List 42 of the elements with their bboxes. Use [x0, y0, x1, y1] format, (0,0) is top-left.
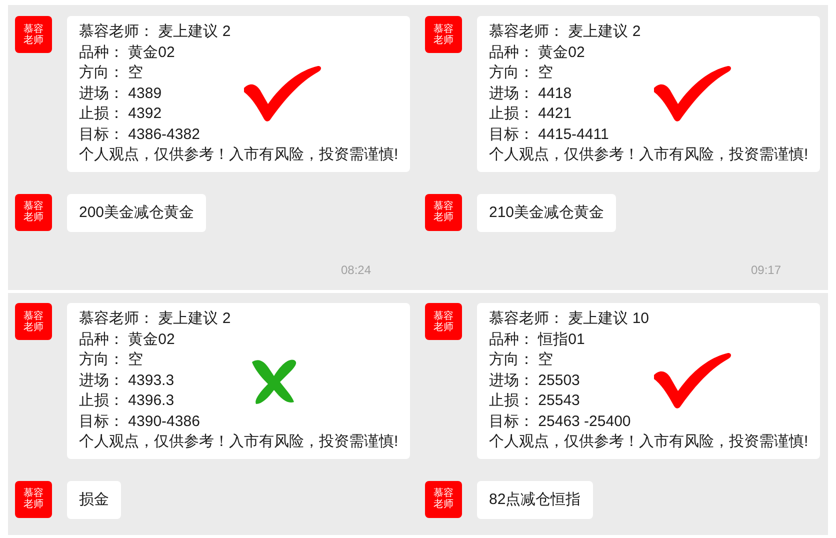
message-line: 止损： 25543: [489, 391, 581, 411]
message-line: 进场： 25503: [489, 370, 581, 390]
message-line: 目标： 4390-4386: [79, 412, 201, 432]
avatar: 慕容 老师: [15, 16, 52, 53]
message-line: 慕容老师： 麦上建议 2: [79, 22, 232, 42]
avatar: 慕容 老师: [15, 303, 52, 340]
message-line: 方向： 空: [489, 350, 554, 370]
message-line: 方向： 空: [79, 63, 144, 83]
message-line: 止损： 4396.3: [79, 391, 176, 411]
message-bubble: 损金: [67, 480, 121, 518]
message-line: 慕容老师： 麦上建议 2: [489, 22, 642, 42]
message-line: 品种： 黄金02: [79, 330, 176, 350]
message-bubble: 82点减仓恒指: [477, 480, 593, 518]
message-line: 品种： 黄金02: [489, 42, 586, 62]
avatar: 慕容 老师: [425, 194, 462, 230]
disclaimer-text: 个人观点，仅供参考！入市有风险，投资需谨慎!: [489, 145, 808, 165]
timestamp: 09:17: [750, 262, 781, 278]
message-line: 目标： 25463 -25400: [489, 412, 632, 432]
avatar: 慕容 老师: [15, 194, 52, 230]
message-line: 品种： 黄金02: [79, 42, 176, 62]
message-line: 止损： 4392: [79, 104, 163, 124]
message-line: 品种： 恒指01: [489, 330, 586, 350]
message-line: 慕容老师： 麦上建议 2: [79, 309, 232, 329]
disclaimer-text: 个人观点，仅供参考！入市有风险，投资需谨慎!: [79, 432, 398, 452]
message-line: 方向： 空: [79, 350, 144, 370]
avatar: 慕容 老师: [425, 16, 462, 53]
message-line: 进场： 4418: [489, 84, 573, 104]
message-line: 慕容老师： 麦上建议 10: [489, 309, 650, 329]
message-bubble: 200美金减仓黄金: [67, 194, 206, 232]
message-bubble: 210美金减仓黄金: [477, 194, 616, 232]
message-line: 进场： 4389: [79, 84, 163, 104]
message-line: 目标： 4386-4382: [79, 124, 201, 144]
message-line: 目标： 4415-4411: [489, 124, 610, 144]
message-line: 方向： 空: [489, 63, 554, 83]
avatar: 慕容 老师: [425, 480, 462, 518]
message-line: 进场： 4393.3: [79, 370, 176, 390]
avatar: 慕容 老师: [425, 303, 462, 340]
avatar: 慕容 老师: [15, 480, 52, 518]
disclaimer-text: 个人观点，仅供参考！入市有风险，投资需谨慎!: [489, 432, 808, 452]
message-line: 止损： 4421: [489, 104, 573, 124]
disclaimer-text: 个人观点，仅供参考！入市有风险，投资需谨慎!: [79, 145, 398, 165]
timestamp: 08:24: [340, 262, 371, 278]
